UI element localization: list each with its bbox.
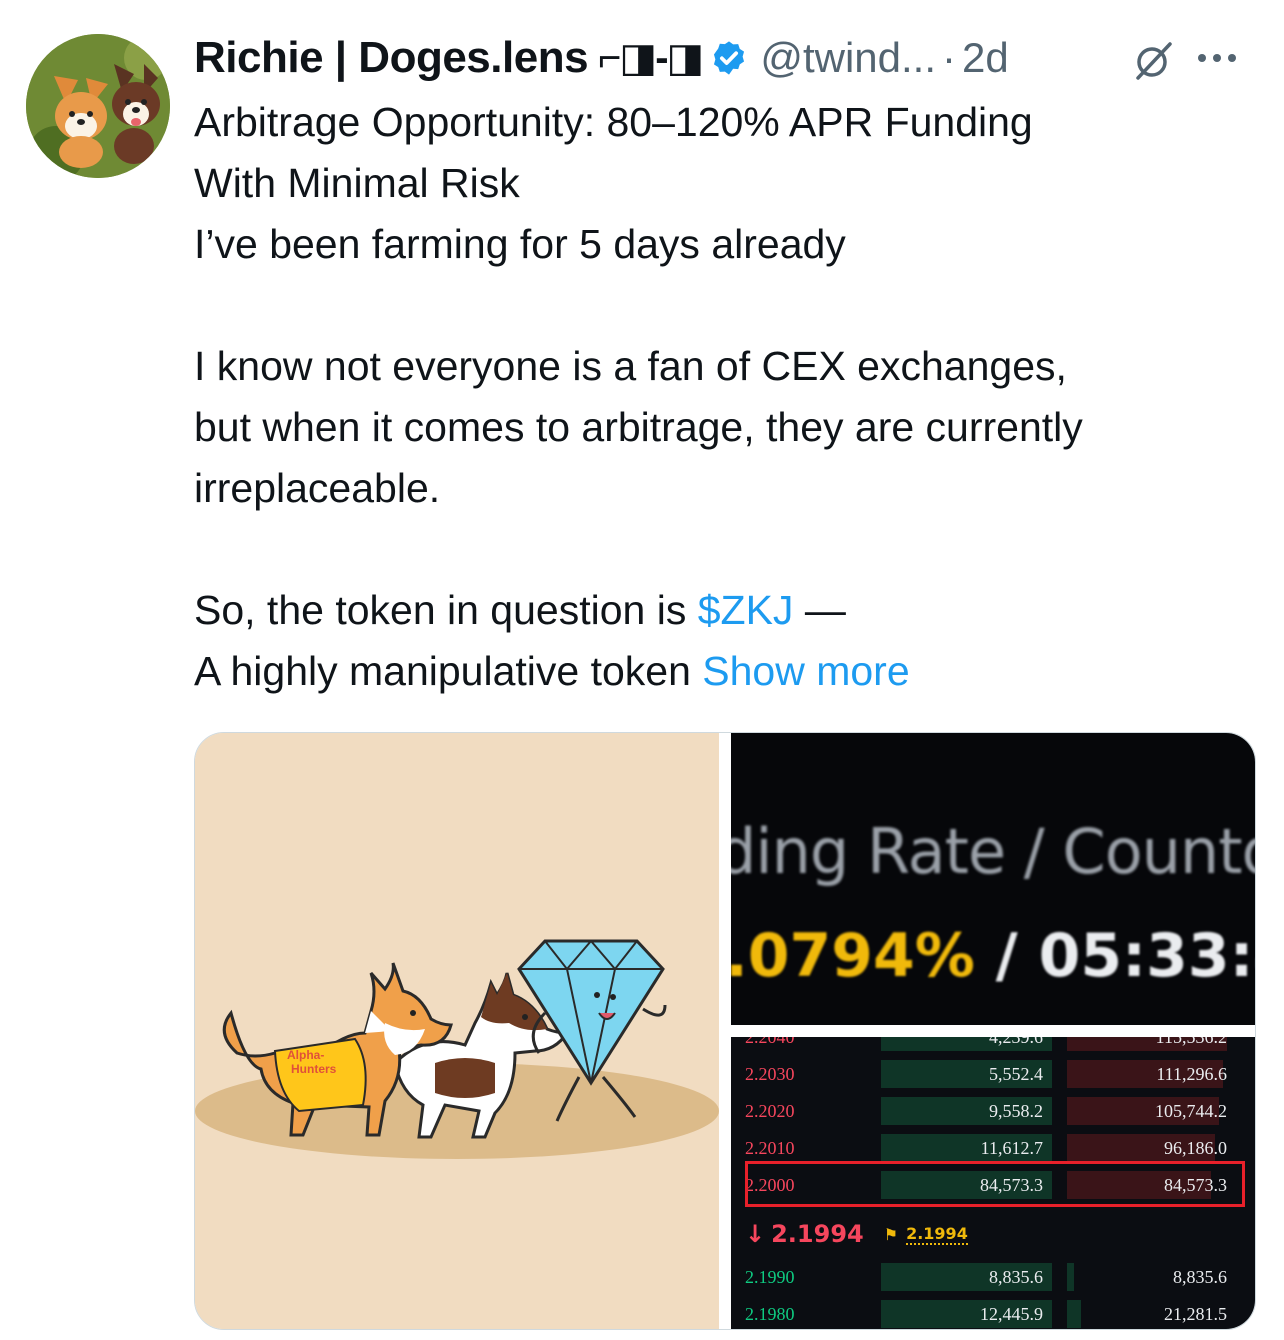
vest-text-1: Alpha- [287,1048,324,1062]
more-dot [1213,54,1221,62]
tweet-line: I’ve been farming for 5 days already [194,221,846,267]
media-image-corgis-diamond[interactable]: Alpha- Hunters [195,733,719,1329]
last-price: 2.1994 [771,1220,864,1248]
mark-price: 2.1994 [906,1223,968,1245]
tweet-line: I know not everyone is a fan of CEX exch… [194,343,1067,389]
corgi-avatar-illustration [26,34,170,178]
vest-text-2: Hunters [291,1062,337,1076]
avatar[interactable] [26,34,170,178]
tweet-line-token: So, the token in question is $ZKJ — [194,580,1274,641]
order-price: 2.2010 [745,1138,795,1158]
order-amount: 8,835.6 [989,1267,1043,1287]
more-dot [1228,54,1236,62]
tweet-blank-line [194,275,1274,336]
orderbook-row: 2.1990 8,835.6 8,835.6 [731,1263,1255,1293]
author-kaomoji[interactable]: ⌐◨-◨ [598,35,704,81]
tweet-line: With Minimal Risk [194,160,520,206]
tweet-line: irreplaceable. [194,465,441,511]
corgis-chasing-diamond-illustration: Alpha- Hunters [195,733,719,1329]
depth-bar-red [1067,1300,1081,1328]
tweet-line: but when it comes to arbitrage, they are… [194,404,1083,450]
order-amount: 9,558.2 [989,1101,1043,1121]
funding-countdown: 05:33:4 [1038,921,1255,991]
flag-icon: ⚑ [883,1224,899,1244]
tweet-timestamp[interactable]: 2d [962,34,1009,82]
order-total: 21,281.5 [1164,1304,1227,1324]
orderbook-row: 2.1980 12,445.9 21,281.5 [731,1300,1255,1329]
order-amount: 12,445.9 [980,1304,1043,1324]
order-price: 2.1980 [745,1304,795,1324]
orderbook-mid-price: ↓ 2.1994 ⚑ 2.1994 [745,1217,968,1251]
media-divider [731,1025,1255,1037]
order-amount: 5,552.4 [989,1064,1043,1084]
orderbook-row: 2.2030 5,552.4 111,296.6 [731,1060,1255,1090]
last-line-text: A highly manipulative token [194,648,703,694]
media-image-orderbook[interactable]: 2.2040 4,239.6 115,536.2 2.2030 5,552.4 111,2… [731,1037,1255,1329]
media-grid: Alpha- Hunters ding Rate / Countd .0794%… [194,732,1256,1330]
show-more-link[interactable]: Show more [702,648,909,694]
order-total: 111,296.6 [1156,1064,1227,1084]
author-handle[interactable]: @twind... [760,34,936,82]
order-amount: 4,239.6 [989,1037,1043,1047]
down-arrow-icon: ↓ [745,1220,766,1248]
cashtag-link[interactable]: $ZKJ [698,587,794,633]
orderbook-row: 2.2020 9,558.2 105,744.2 [731,1097,1255,1127]
funding-rate-label: ding Rate / Countd [731,815,1256,888]
order-total: 8,835.6 [1173,1267,1227,1287]
author-name[interactable]: Richie | Doges.lens [194,33,589,83]
token-prefix: So, the token in question is [194,587,698,633]
tweet-line: Arbitrage Opportunity: 80–120% APR Fundi… [194,99,1033,145]
funding-rate-value: .0794% / 05:33:4 [731,921,1255,991]
order-price: 2.1990 [745,1267,795,1287]
order-price: 2.2040 [745,1037,795,1047]
funding-slash: / [974,921,1039,991]
order-total: 105,744.2 [1155,1101,1227,1121]
depth-bar-red [1067,1263,1074,1291]
tweet-text: Arbitrage Opportunity: 80–120% APR Fundi… [194,92,1274,702]
grok-icon[interactable] [1130,40,1178,80]
funding-rate-percent: .0794% [731,921,975,991]
tweet-header: Richie | Doges.lens ⌐◨-◨ @twind... · 2d [194,28,1274,88]
more-options-icon[interactable] [1198,44,1252,72]
highlight-box [745,1161,1245,1207]
order-price: 2.2020 [745,1101,795,1121]
media-image-funding-rate[interactable]: ding Rate / Countd .0794% / 05:33:4 [731,733,1256,1025]
tweet-line-last: A highly manipulative token Show more [194,641,1274,702]
separator-dot: · [942,34,957,81]
orderbook-row: 2.2040 4,239.6 115,536.2 [731,1037,1255,1053]
orderbook-row: 2.2010 11,612.7 96,186.0 [731,1134,1255,1164]
tweet-blank-line [194,519,1274,580]
order-price: 2.2030 [745,1064,795,1084]
media-divider [719,733,731,1329]
order-total: 96,186.0 [1164,1138,1227,1158]
verified-badge-icon[interactable] [710,39,748,77]
token-suffix: — [793,587,846,633]
order-total: 115,536.2 [1155,1037,1227,1047]
order-amount: 11,612.7 [980,1138,1043,1158]
more-dot [1198,54,1206,62]
